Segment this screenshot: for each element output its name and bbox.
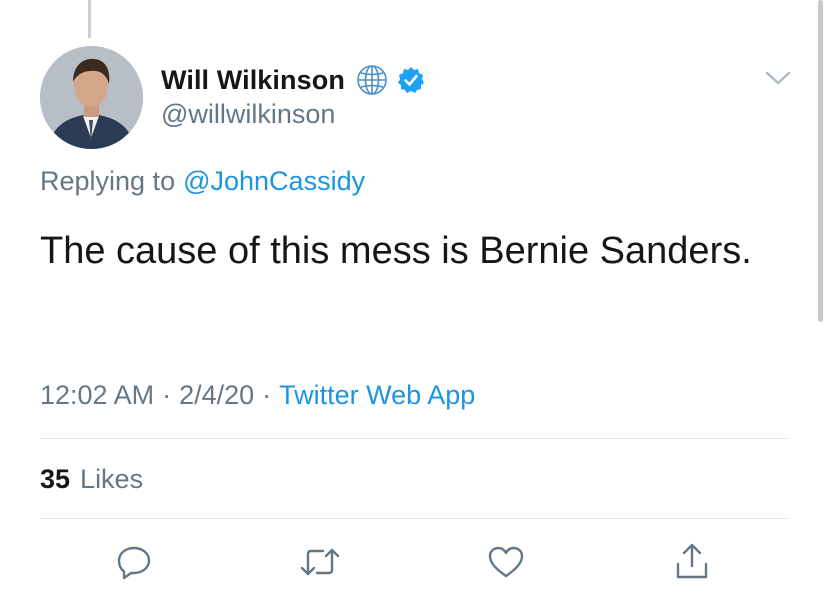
divider — [40, 438, 788, 439]
tweet-detail-view: Will Wilkinson @willwilkinson Replying t… — [0, 0, 827, 598]
thread-connector-line — [88, 0, 91, 38]
tweet-metadata: 12:02 AM · 2/4/20 · Twitter Web App — [40, 380, 475, 411]
author-display-name[interactable]: Will Wilkinson — [161, 65, 345, 96]
tweet-date[interactable]: 2/4/20 — [179, 380, 254, 411]
replying-to: Replying to @JohnCassidy — [40, 166, 365, 197]
meta-separator: · — [262, 380, 272, 410]
tweet-text: The cause of this mess is Bernie Sanders… — [40, 230, 752, 272]
likes-stat[interactable]: 35 Likes — [40, 464, 143, 495]
tweet-source-link[interactable]: Twitter Web App — [279, 380, 475, 411]
likes-label: Likes — [80, 464, 144, 494]
verified-icon — [397, 67, 424, 93]
like-icon — [488, 546, 524, 578]
globe-icon — [357, 65, 387, 95]
share-button[interactable] — [670, 540, 714, 584]
author-name-row: Will Wilkinson — [161, 62, 425, 98]
scrollbar[interactable] — [818, 0, 823, 322]
like-button[interactable] — [484, 540, 528, 584]
tweet-time[interactable]: 12:02 AM — [40, 380, 154, 411]
share-icon — [676, 543, 708, 579]
replying-to-label: Replying to — [40, 166, 176, 196]
chevron-down-icon[interactable] — [764, 68, 792, 88]
retweet-button[interactable] — [298, 540, 342, 584]
meta-separator: · — [162, 380, 172, 410]
divider — [40, 518, 788, 519]
author-handle[interactable]: @willwilkinson — [161, 99, 335, 130]
replying-to-handle-link[interactable]: @JohnCassidy — [183, 166, 365, 197]
likes-count: 35 — [40, 464, 71, 494]
reply-button[interactable] — [112, 540, 156, 584]
avatar[interactable] — [40, 46, 143, 149]
retweet-icon — [300, 548, 340, 576]
reply-icon — [117, 546, 151, 580]
